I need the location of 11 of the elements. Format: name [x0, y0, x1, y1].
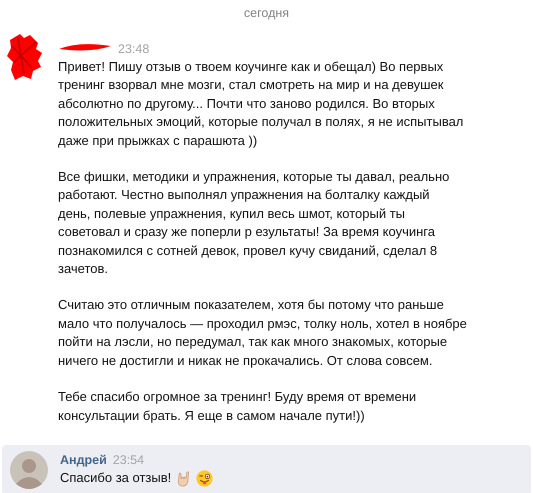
- message-time: 23:54: [112, 452, 144, 469]
- message-text: Считаю это отличным показателем, хотя бы потому что раньше мало что получалось — проходил рмэс, толку ноль, хотел в ноябре пойти на лэсли, но передумал, так как много знакомых, которые ничего не достигли и никак не прокачались. От слова совсем.: [58, 296, 467, 370]
- message-text: Спасибо за отзыв!: [60, 468, 172, 487]
- redaction-mark: [58, 43, 112, 53]
- message-text: Привет! Пишу отзыв о твоем коучинге как и обещал) Во первых тренинг взорвал мне мозги, стал смотреть на мир и на девушек абсолютно по другому... Почти что заново родился. Во вторых положительных эмоций, которые получал в полях, я не испытывал даже при прыжках с парашюта )): [58, 58, 464, 150]
- message-text: Тебе спасибо огромное за тренинг! Буду время от времени консультации брать. Я еще в самом начале пути!)): [58, 388, 418, 425]
- message-text: Все фишки, методики и упражнения, которые ты давал, реально работают. Честно выполнял упражнения на болталку каждый день, полевые упражнения, купил весь шмот, который ты советовал и сразу же поперли р езультаты! За время коучинга познакомился с сотней девок, провел кучу свиданий, сделал 8 зачетов.: [58, 168, 450, 278]
- avatar: [10, 450, 48, 489]
- message-time: 23:48: [118, 41, 150, 58]
- author-name[interactable]: Андрей: [60, 450, 107, 470]
- date-divider: сегодня: [242, 5, 290, 22]
